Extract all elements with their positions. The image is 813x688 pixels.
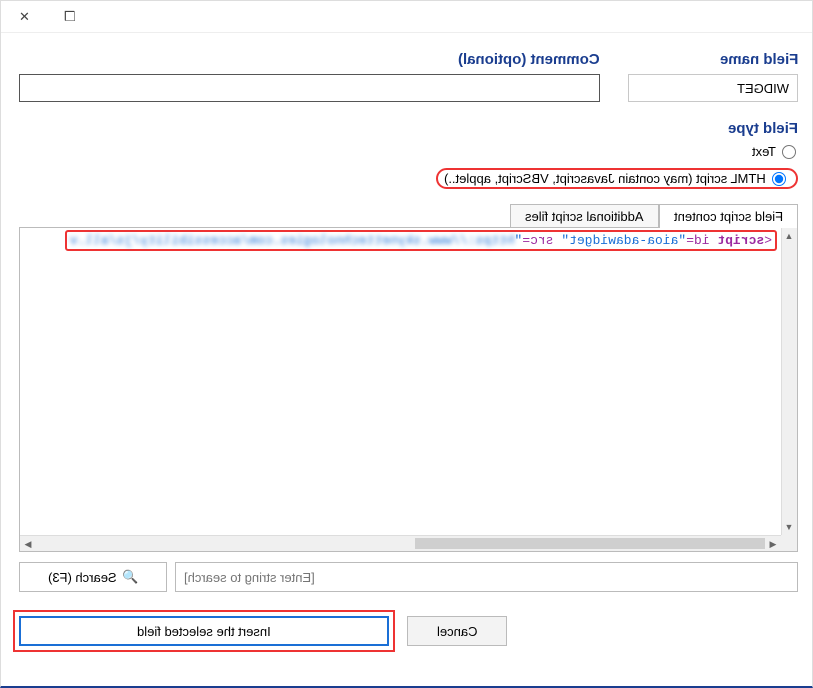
radio-text-input[interactable] (782, 145, 796, 159)
field-type-radio-text[interactable]: Text (19, 143, 798, 160)
script-tabs: Field script content Additional script f… (19, 203, 798, 227)
tab-script-content[interactable]: Field script content (659, 204, 798, 228)
field-type-label: Field type (19, 120, 798, 137)
code-line: <script id="aioa-adawidget" src="https:/… (65, 230, 777, 251)
radio-text-label: Text (752, 144, 776, 159)
title-bar: ✕ ❐ (1, 1, 812, 33)
search-button[interactable]: 🔍 Search (F3) (19, 562, 167, 592)
tab-additional-files[interactable]: Additional script files (510, 204, 659, 228)
radio-html-input[interactable] (772, 172, 786, 186)
code-editor[interactable]: <script id="aioa-adawidget" src="https:/… (19, 227, 798, 552)
scroll-corner (781, 535, 797, 551)
field-name-input[interactable] (628, 74, 798, 102)
vertical-scrollbar[interactable]: ▲ ▼ (781, 228, 797, 535)
cancel-button[interactable]: Cancel (407, 616, 507, 646)
field-type-radio-html[interactable]: HTML script (may contain Javascript, VBS… (436, 168, 798, 189)
restore-window-button[interactable]: ❐ (47, 1, 93, 33)
comment-input[interactable] (19, 74, 600, 102)
scroll-up-icon[interactable]: ▲ (781, 228, 797, 244)
scroll-thumb-h[interactable] (415, 538, 765, 549)
search-input[interactable] (175, 562, 798, 592)
scroll-down-icon[interactable]: ▼ (781, 519, 797, 535)
scroll-right-icon[interactable]: ▶ (765, 536, 781, 552)
close-window-button[interactable]: ✕ (1, 1, 47, 33)
search-button-label: Search (F3) (48, 570, 117, 585)
restore-icon: ❐ (64, 9, 76, 25)
horizontal-scrollbar[interactable]: ◀ ▶ (20, 535, 781, 551)
scroll-left-icon[interactable]: ◀ (20, 536, 36, 552)
search-icon: 🔍 (122, 569, 138, 585)
insert-button[interactable]: Insert the selected field (19, 616, 389, 646)
close-icon: ✕ (19, 9, 30, 25)
field-name-label: Field name (628, 51, 798, 68)
comment-label: Comment (optional) (19, 51, 600, 68)
radio-html-label: HTML script (may contain Javascript, VBS… (444, 171, 766, 186)
